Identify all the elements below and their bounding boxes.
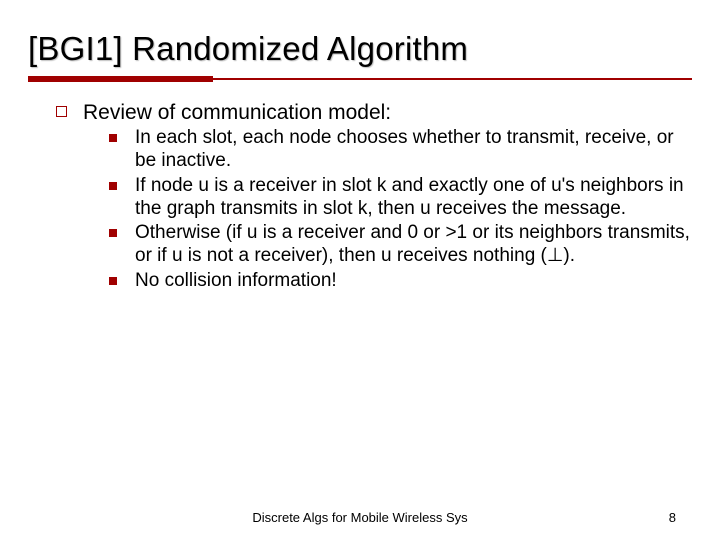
content: Review of communication model: In each s… bbox=[28, 100, 692, 295]
page-number: 8 bbox=[669, 510, 676, 525]
lvl1-body: Review of communication model: In each s… bbox=[83, 100, 692, 295]
title-rule bbox=[28, 76, 692, 82]
lvl2-text: Otherwise (if u is a receiver and 0 or >… bbox=[135, 222, 692, 268]
title-rest: Randomized Algorithm bbox=[123, 30, 468, 67]
list-item: No collision information! bbox=[109, 270, 692, 293]
list-item: Review of communication model: In each s… bbox=[56, 100, 692, 295]
list-item: Otherwise (if u is a receiver and 0 or >… bbox=[109, 222, 692, 268]
list-item: In each slot, each node chooses whether … bbox=[109, 127, 692, 173]
lvl1-heading: Review of communication model: bbox=[83, 100, 692, 125]
lvl2-text: In each slot, each node chooses whether … bbox=[135, 127, 692, 173]
filled-square-bullet-icon bbox=[109, 277, 117, 285]
lvl2-text: If node u is a receiver in slot k and ex… bbox=[135, 175, 692, 221]
filled-square-bullet-icon bbox=[109, 134, 117, 142]
hollow-square-bullet-icon bbox=[56, 106, 67, 117]
sublist: In each slot, each node chooses whether … bbox=[83, 127, 692, 293]
title-wrap: [BGI1] Randomized Algorithm bbox=[28, 30, 692, 82]
lvl2-text: No collision information! bbox=[135, 270, 692, 293]
footer-center-text: Discrete Algs for Mobile Wireless Sys bbox=[252, 510, 467, 525]
rule-thick bbox=[28, 76, 213, 82]
slide-title: [BGI1] Randomized Algorithm bbox=[28, 30, 692, 68]
title-prefix: [BGI1] bbox=[28, 30, 123, 67]
list-item: If node u is a receiver in slot k and ex… bbox=[109, 175, 692, 221]
filled-square-bullet-icon bbox=[109, 182, 117, 190]
filled-square-bullet-icon bbox=[109, 229, 117, 237]
slide: [BGI1] Randomized Algorithm Review of co… bbox=[0, 0, 720, 540]
